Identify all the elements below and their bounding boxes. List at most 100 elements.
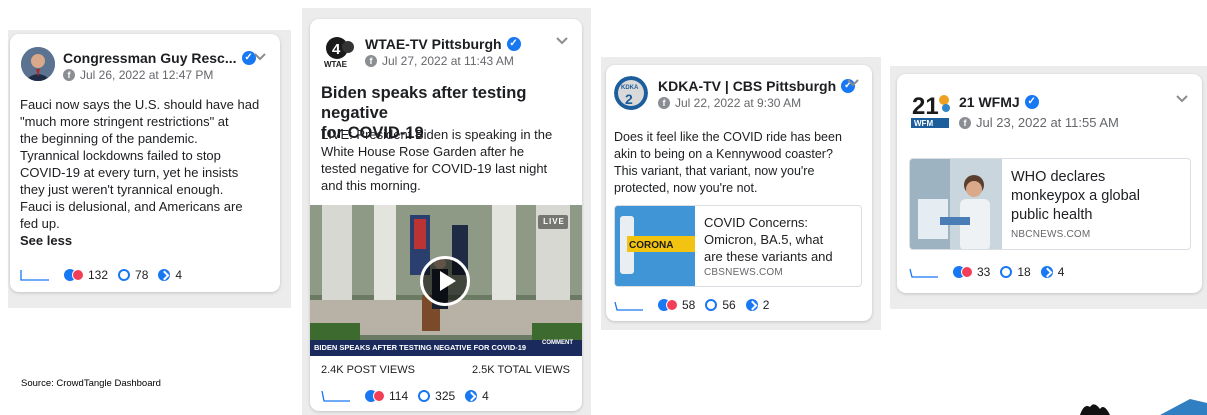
page-name-text[interactable]: WTAE-TV Pittsburgh xyxy=(365,36,502,52)
page-name[interactable]: KDKA-TV | CBS Pittsburgh ✓ xyxy=(658,78,856,94)
shares-count: 4 xyxy=(175,268,183,282)
link-title-line: WHO declares xyxy=(1011,169,1106,185)
link-thumbnail: CORONA xyxy=(615,206,695,286)
comments-count: 56 xyxy=(722,298,736,312)
link-title[interactable]: WHO declares monkeypox a global public h… xyxy=(1011,168,1189,225)
link-title-line: are these variants and xyxy=(704,249,833,264)
share-icon xyxy=(465,390,478,402)
engagement-stats: 33 18 4 xyxy=(909,264,1074,280)
post-card-2[interactable]: 4 WTAE WTAE-TV Pittsburgh ✓ f Jul 27, 20… xyxy=(310,19,582,411)
reactions-icon xyxy=(365,390,385,402)
sparkline-icon[interactable] xyxy=(909,266,939,278)
link-title[interactable]: COVID Concerns: Omicron, BA.5, what are … xyxy=(704,214,860,265)
comment-icon xyxy=(118,269,131,281)
chevron-down-icon[interactable] xyxy=(253,52,267,62)
profile-avatar[interactable] xyxy=(21,47,55,81)
page-name[interactable]: 21 WFMJ ✓ xyxy=(959,94,1039,110)
post-text: LIVE: President Biden is speaking in the… xyxy=(321,126,579,194)
link-title-line: monkeypox a global xyxy=(1011,188,1140,204)
comments-count: 18 xyxy=(1017,265,1031,279)
link-preview[interactable]: WHO declares monkeypox a global public h… xyxy=(909,158,1191,250)
live-badge: LIVE xyxy=(543,217,565,226)
engagement-stats: 114 325 4 xyxy=(321,388,499,404)
post-text-line: they just weren't tyrannical enough. xyxy=(20,182,224,197)
comment-icon xyxy=(705,299,718,311)
reactions-count: 33 xyxy=(977,265,991,279)
svg-text:WTAE: WTAE xyxy=(324,60,348,69)
station-logo[interactable]: KDKA 2 xyxy=(614,76,648,110)
post-text-line: Tyrannical lockdowns failed to stop xyxy=(20,148,221,163)
engagement-stats: 132 78 4 xyxy=(20,267,192,283)
sparkline-icon[interactable] xyxy=(321,390,351,402)
play-button[interactable] xyxy=(420,256,470,306)
post-text-line: LIVE: President Biden is speaking in the xyxy=(321,127,553,142)
post-text-line: This variant, that variant, now you're xyxy=(614,164,815,178)
reactions-icon xyxy=(953,266,973,278)
svg-text:21: 21 xyxy=(912,93,939,120)
facebook-icon: f xyxy=(959,116,971,129)
page-name-text[interactable]: Congressman Guy Resc... xyxy=(63,50,237,66)
post-meta: f Jul 27, 2022 at 11:43 AM xyxy=(365,54,514,68)
link-source: NBCNEWS.COM xyxy=(1011,229,1091,240)
link-source: CBSNEWS.COM xyxy=(704,267,783,278)
post-date[interactable]: Jul 22, 2022 at 9:30 AM xyxy=(675,96,801,110)
station-logo[interactable]: 4 WTAE xyxy=(322,35,356,69)
post-text: Does it feel like the COVID ride has bee… xyxy=(614,129,870,197)
engagement-stats: 58 56 2 xyxy=(614,297,779,313)
link-title-line: COVID Concerns: xyxy=(704,215,809,230)
video-caption-bar: BIDEN SPEAKS AFTER TESTING NEGATIVE FOR … xyxy=(310,340,582,356)
shares-count: 2 xyxy=(762,298,770,312)
post-text-line: protected, now you're not. xyxy=(614,181,758,195)
post-date[interactable]: Jul 27, 2022 at 11:43 AM xyxy=(382,54,514,68)
chevron-down-icon[interactable] xyxy=(555,36,569,46)
page-name-text[interactable]: KDKA-TV | CBS Pittsburgh xyxy=(658,78,836,94)
post-text-line: COVID-19 at every turn, yet he insists xyxy=(20,165,239,180)
post-text-line: Does it feel like the COVID ride has bee… xyxy=(614,130,842,144)
svg-text:2: 2 xyxy=(625,91,633,107)
post-text-line: and this morning. xyxy=(321,178,421,193)
reactions-count: 58 xyxy=(682,298,696,312)
chevron-down-icon[interactable] xyxy=(1175,94,1189,104)
reactions-icon xyxy=(64,269,84,281)
post-card-1[interactable]: Congressman Guy Resc... ✓ f Jul 26, 2022… xyxy=(10,34,280,292)
chevron-down-icon[interactable] xyxy=(846,78,860,88)
video-caption: BIDEN SPEAKS AFTER TESTING NEGATIVE FOR … xyxy=(314,343,527,352)
decorative-corner-shape xyxy=(1080,399,1207,415)
shares-count: 4 xyxy=(482,389,489,403)
comments-count: 78 xyxy=(135,268,149,282)
station-logo[interactable]: 21 WFM xyxy=(910,90,950,130)
post-text-line: tested negative for COVID-19 last night xyxy=(321,161,548,176)
reactions-count: 114 xyxy=(389,389,409,403)
person-photo-icon xyxy=(21,47,55,81)
sparkline-icon[interactable] xyxy=(20,269,50,281)
link-preview[interactable]: CORONA COVID Concerns: Omicron, BA.5, wh… xyxy=(614,205,862,287)
shares-count: 4 xyxy=(1057,265,1065,279)
page-name[interactable]: Congressman Guy Resc... ✓ xyxy=(63,50,256,66)
see-less-link[interactable]: See less xyxy=(20,232,276,249)
sparkline-icon[interactable] xyxy=(614,299,644,311)
link-title-line: public health xyxy=(1011,207,1093,223)
reactions-icon xyxy=(658,299,678,311)
wfmj-logo-icon: 21 WFM xyxy=(911,93,950,128)
post-views: 2.4K POST VIEWS xyxy=(321,364,415,376)
video-comment-label: COMMENT xyxy=(542,340,573,346)
headline-line: Biden speaks after testing negative xyxy=(321,84,527,122)
svg-text:WFM: WFM xyxy=(914,119,933,128)
play-icon xyxy=(440,271,456,291)
page-name[interactable]: WTAE-TV Pittsburgh ✓ xyxy=(365,36,521,52)
video-player[interactable]: LIVE BIDEN SPEAKS AFTER TESTING NEGATIVE… xyxy=(310,205,582,356)
post-text-line: Fauci now says the U.S. should have had xyxy=(20,97,260,112)
post-text-line: the beginning of the pandemic. xyxy=(20,131,198,146)
comments-count: 325 xyxy=(435,389,456,403)
post-card-4[interactable]: 21 WFM 21 WFMJ ✓ f Jul 23, 2022 at 11:55… xyxy=(897,74,1202,293)
post-date[interactable]: Jul 23, 2022 at 11:55 AM xyxy=(976,115,1119,130)
comment-icon xyxy=(1000,266,1013,278)
post-meta: f Jul 22, 2022 at 9:30 AM xyxy=(658,96,801,110)
post-text-line: White House Rose Garden after he xyxy=(321,144,525,159)
page-name-text[interactable]: 21 WFMJ xyxy=(959,94,1020,110)
post-meta: f Jul 23, 2022 at 11:55 AM xyxy=(959,115,1119,130)
post-card-3[interactable]: KDKA 2 KDKA-TV | CBS Pittsburgh ✓ f Jul … xyxy=(606,65,872,321)
post-date[interactable]: Jul 26, 2022 at 12:47 PM xyxy=(80,68,213,82)
post-text-line: fed up. xyxy=(20,216,60,231)
post-text-line: Fauci is delusional, and Americans are xyxy=(20,199,243,214)
